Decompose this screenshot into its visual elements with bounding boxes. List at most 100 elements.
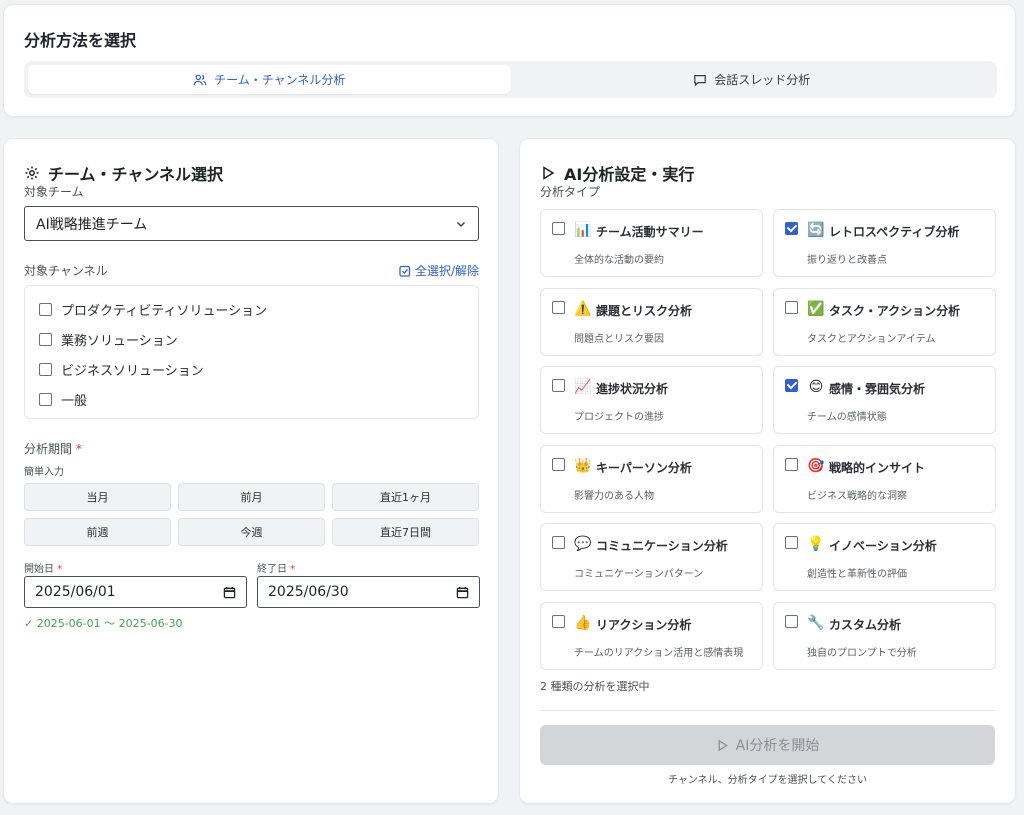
analysis-type-checkbox[interactable] bbox=[552, 457, 565, 471]
gear-icon bbox=[25, 166, 39, 180]
analysis-type-emoji-icon: 🔧 bbox=[807, 614, 825, 631]
team-select-value: AI戦略推進チーム bbox=[36, 216, 148, 233]
analysis-type-checkbox[interactable] bbox=[785, 536, 798, 549]
analysis-type-emoji-icon: ⚠️ bbox=[574, 300, 592, 317]
channel-item[interactable]: ビジネスソリューション bbox=[39, 354, 464, 384]
analysis-type-desc: 問題点とリスク要因 bbox=[574, 333, 664, 345]
required-mark: * bbox=[75, 442, 82, 456]
toggle-all-button[interactable]: 全選択/解除 bbox=[399, 262, 479, 279]
analysis-type-emoji-icon: 😊 bbox=[808, 379, 824, 395]
play-icon bbox=[718, 739, 728, 751]
analysis-type-desc: ビジネス戦略的な洞察 bbox=[807, 490, 907, 502]
analysis-type-desc: 全体的な活動の要約 bbox=[574, 255, 664, 266]
analysis-type-emoji-icon: 📊 bbox=[574, 222, 592, 238]
analysis-type-tile[interactable]: ⚠️ 課題とリスク分析問題点とリスク要因 bbox=[540, 287, 763, 356]
analysis-type-desc: コミュニケーションパターン bbox=[574, 569, 704, 580]
start-analysis-button[interactable]: AI分析を開始 bbox=[540, 725, 995, 765]
analysis-type-tile[interactable]: 📊 チーム活動サマリー全体的な活動の要約 bbox=[540, 209, 763, 277]
quick-this-week-button[interactable]: 今週 bbox=[178, 518, 325, 546]
calendar-icon[interactable] bbox=[456, 586, 469, 599]
analysis-type-name: リアクション分析 bbox=[596, 617, 692, 632]
analysis-type-name: コミュニケーション分析 bbox=[596, 539, 728, 553]
analysis-type-tile[interactable]: 📈 進捗状況分析 プロジェクトの進捗 bbox=[540, 366, 763, 434]
selected-count: 2 種類の分析を選択中 bbox=[540, 680, 650, 693]
method-card: 分析方法を選択 チーム・チャンネル分析 会話スレッド分析 bbox=[3, 4, 1016, 117]
channel-checkbox[interactable] bbox=[39, 362, 52, 376]
analysis-type-emoji-icon: ✅ bbox=[807, 300, 825, 317]
quick-last-week-button[interactable]: 前週 bbox=[24, 518, 171, 546]
period-label-text: 分析期間 bbox=[24, 442, 73, 456]
quick-last-month-button[interactable]: 前月 bbox=[178, 483, 325, 511]
channel-item-label: 業務ソリューション bbox=[61, 333, 178, 349]
analysis-type-name: 進捗状況分析 bbox=[596, 382, 669, 396]
channel-checkbox[interactable] bbox=[39, 302, 52, 316]
analysis-type-checkbox[interactable] bbox=[785, 222, 798, 235]
team-select[interactable]: AI戦略推進チーム bbox=[24, 206, 479, 241]
analysis-type-checkbox[interactable] bbox=[785, 457, 798, 471]
analysis-type-checkbox[interactable] bbox=[552, 222, 565, 235]
analysis-type-tile[interactable]: 👍 リアクション分析 チームのリアクション活用と感情表現 bbox=[540, 601, 763, 670]
left-card-title-text: チーム・チャンネル選択 bbox=[48, 165, 224, 184]
channel-item[interactable]: 業務ソリューション bbox=[39, 324, 464, 354]
channel-checkbox[interactable] bbox=[39, 332, 52, 346]
message-icon bbox=[694, 74, 707, 86]
quick-label: 簡単入力 bbox=[24, 467, 64, 478]
analysis-type-emoji-icon: 🎯 bbox=[807, 457, 825, 474]
analysis-type-desc: タスクとアクションアイテム bbox=[807, 333, 936, 345]
analysis-type-emoji-icon: 👍 bbox=[574, 614, 592, 631]
analysis-type-desc: 独自のプロンプトで分析 bbox=[807, 647, 917, 659]
analysis-type-desc: プロジェクトの進捗 bbox=[574, 412, 664, 423]
chevron-down-icon bbox=[456, 221, 466, 227]
channel-item-label: ビジネスソリューション bbox=[61, 363, 204, 379]
analysis-type-tile[interactable]: 💬 コミュニケーション分析コミュニケーションパターン bbox=[540, 523, 763, 591]
required-mark: * bbox=[57, 564, 63, 575]
tab-label: チーム・チャンネル分析 bbox=[214, 73, 346, 87]
tab-team-channel[interactable]: チーム・チャンネル分析 bbox=[28, 65, 511, 94]
analysis-type-desc: 振り返りと改善点 bbox=[807, 255, 887, 266]
channel-item-label: 一般 bbox=[61, 393, 88, 409]
analysis-type-checkbox[interactable] bbox=[785, 379, 798, 392]
analysis-type-checkbox[interactable] bbox=[552, 300, 565, 314]
analysis-type-name: 感情・雰囲気分析 bbox=[829, 382, 926, 396]
analysis-type-tile[interactable]: 🎯 戦略的インサイトビジネス戦略的な洞察 bbox=[773, 444, 996, 513]
quick-last-7-days-button[interactable]: 直近7日間 bbox=[332, 518, 479, 546]
analysis-type-tile[interactable]: ✅ タスク・アクション分析 タスクとアクションアイテム bbox=[773, 287, 996, 356]
analysis-type-checkbox[interactable] bbox=[785, 614, 798, 628]
analysis-type-tile[interactable]: 👑 キーパーソン分析 影響力のある人物 bbox=[540, 444, 763, 513]
start-date-input[interactable]: 2025/06/01 bbox=[24, 576, 247, 608]
analysis-type-name: チーム活動サマリー bbox=[596, 225, 704, 239]
analysis-type-checkbox[interactable] bbox=[552, 614, 565, 628]
play-icon bbox=[543, 166, 555, 180]
analysis-type-name: 課題とリスク分析 bbox=[596, 303, 693, 318]
start-date-label-text: 開始日 bbox=[24, 564, 54, 575]
analysis-type-name: 戦略的インサイト bbox=[829, 460, 926, 475]
quick-last-1-month-button[interactable]: 直近1ヶ月 bbox=[332, 483, 479, 511]
team-channel-card: チーム・チャンネル選択 対象チーム AI戦略推進チーム 対象チャンネル 全選択/… bbox=[3, 138, 499, 804]
period-label: 分析期間 * bbox=[24, 440, 82, 457]
date-range-note: ✓ 2025-06-01 〜 2025-06-30 bbox=[24, 617, 183, 630]
analysis-type-tile[interactable]: 🔧 カスタム分析 独自のプロンプトで分析 bbox=[773, 601, 996, 670]
channel-checkbox[interactable] bbox=[39, 392, 52, 406]
analysis-type-name: イノベーション分析 bbox=[829, 539, 937, 553]
toggle-all-label: 全選択/解除 bbox=[415, 264, 480, 278]
analysis-type-emoji-icon: 🔄 bbox=[807, 222, 825, 238]
divider bbox=[540, 710, 995, 711]
analysis-type-desc: 影響力のある人物 bbox=[574, 490, 654, 502]
team-label: 対象チーム bbox=[24, 185, 84, 199]
quick-this-month-button[interactable]: 当月 bbox=[24, 483, 171, 511]
calendar-icon[interactable] bbox=[223, 586, 236, 599]
tab-thread[interactable]: 会話スレッド分析 bbox=[511, 65, 994, 94]
analysis-type-emoji-icon: 💬 bbox=[574, 536, 592, 552]
channel-item[interactable]: 一般 bbox=[39, 384, 464, 414]
check-square-icon bbox=[399, 265, 411, 277]
analysis-type-tile[interactable]: 🔄 レトロスペクティブ分析 振り返りと改善点 bbox=[773, 209, 996, 277]
analysis-type-desc: 創造性と革新性の評価 bbox=[807, 569, 907, 580]
analysis-type-checkbox[interactable] bbox=[552, 379, 565, 392]
analysis-type-tile[interactable]: 😊 感情・雰囲気分析 チームの感情状態 bbox=[773, 366, 996, 434]
analysis-type-checkbox[interactable] bbox=[785, 300, 798, 314]
channel-item[interactable]: プロダクティビティソリューション bbox=[39, 294, 464, 324]
analysis-type-checkbox[interactable] bbox=[552, 536, 565, 549]
method-tabs: チーム・チャンネル分析 会話スレッド分析 bbox=[24, 61, 997, 98]
end-date-input[interactable]: 2025/06/30 bbox=[257, 576, 480, 608]
analysis-type-tile[interactable]: 💡 イノベーション分析 創造性と革新性の評価 bbox=[773, 523, 996, 591]
